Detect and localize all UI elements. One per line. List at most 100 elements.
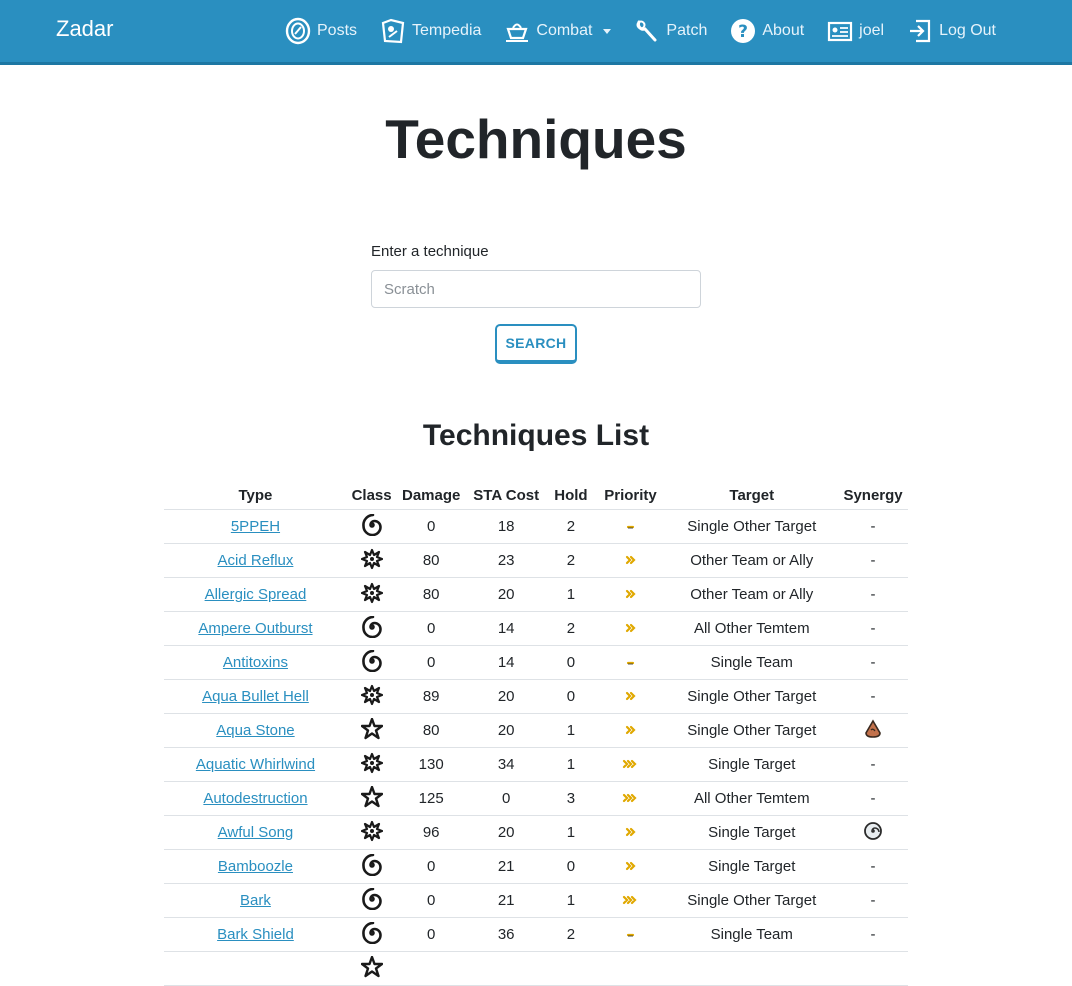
technique-link[interactable]: Autodestruction [203,790,307,807]
cell-hold: 2 [546,611,596,646]
header-class[interactable]: Class [346,483,397,510]
nav-combat[interactable]: Combat [503,17,612,45]
nav-log-out[interactable]: Log Out [906,17,996,45]
cell-target: Single Team [665,917,839,952]
cell-target: All Other Temtem [665,611,839,646]
status-class-icon [361,853,383,880]
cell-class [346,951,397,986]
nav-tempedia[interactable]: Tempedia [379,17,481,45]
priority-normal-icon [623,688,639,705]
status-class-icon [361,921,383,948]
cell-hold: 0 [546,645,596,680]
cell-synergy: - [838,509,908,544]
table-row: Ampere Outburst 0 14 2 All Other Temtem - [164,611,908,646]
cell-class [346,645,397,680]
nav-patch[interactable]: Patch [633,17,707,45]
cell-damage [396,951,467,986]
header-hold[interactable]: Hold [546,483,596,510]
header-damage[interactable]: Damage [396,483,467,510]
cell-sta-cost: 14 [466,645,547,680]
earth-synergy-icon [863,718,883,743]
priority-normal-icon [623,824,639,841]
cell-class [346,747,397,782]
cell-type: Acid Reflux [164,543,347,578]
priority-high-icon [622,790,640,807]
cell-sta-cost: 20 [466,713,547,748]
status-class-icon [361,615,383,642]
technique-link[interactable]: Bark Shield [217,926,294,943]
nav-joel[interactable]: joel [826,17,884,45]
search-label: Enter a technique [371,243,489,260]
technique-link[interactable]: Awful Song [218,824,294,841]
table-row: Allergic Spread 80 20 1 Other Team or Ally - [164,577,908,612]
brand-link[interactable]: Zadar [56,16,113,42]
wind-synergy-icon [863,821,883,845]
priority-normal-icon [623,586,639,603]
cell-damage: 125 [396,781,467,816]
nav-label: joel [859,22,885,39]
nav-about[interactable]: ? About [729,17,804,45]
technique-link[interactable]: Aqua Bullet Hell [202,688,309,705]
technique-link[interactable]: Aquatic Whirlwind [196,756,315,773]
technique-link[interactable]: Ampere Outburst [198,620,312,637]
search-button[interactable]: SEARCH [495,324,577,364]
table-row: Bamboozle 0 21 0 Single Target - [164,849,908,884]
cell-type: Allergic Spread [164,577,347,612]
cell-damage: 80 [396,713,467,748]
header-priority[interactable]: Priority [595,483,666,510]
search-input[interactable] [371,270,701,308]
cell-damage: 96 [396,815,467,850]
cell-type: Autodestruction [164,781,347,816]
techniques-table: Type Class Damage STA Cost Hold Priority… [164,483,908,986]
priority-normal-icon [623,620,639,637]
cell-type: Bark Shield [164,917,347,952]
cell-damage: 89 [396,679,467,714]
cell-priority [595,849,666,884]
technique-link[interactable]: Allergic Spread [205,586,307,603]
technique-link[interactable]: Acid Reflux [218,552,294,569]
technique-link[interactable]: Antitoxins [223,654,288,671]
cell-class [346,883,397,918]
technique-link[interactable]: Aqua Stone [216,722,294,739]
table-row: Autodestruction 125 0 3 All Other Temtem - [164,781,908,816]
header-type[interactable]: Type [164,483,347,510]
cell-priority [595,747,666,782]
cell-hold: 2 [546,543,596,578]
priority-normal-icon [623,858,639,875]
nav-label: Patch [666,22,708,39]
nav-posts[interactable]: Posts [284,17,357,45]
technique-link[interactable]: Bamboozle [218,858,293,875]
cell-target: Single Target [665,815,839,850]
cell-priority [595,611,666,646]
status-class-icon [361,887,383,914]
header-target[interactable]: Target [665,483,839,510]
cell-sta-cost: 23 [466,543,547,578]
cell-damage: 0 [396,917,467,952]
cell-type: Awful Song [164,815,347,850]
cell-class [346,713,397,748]
cell-target: Single Team [665,645,839,680]
cell-synergy: - [838,577,908,612]
nav-label: Tempedia [412,22,482,39]
cell-synergy: - [838,679,908,714]
cell-target: All Other Temtem [665,781,839,816]
cell-target [665,951,839,986]
cell-synergy: - [838,917,908,952]
status-class-icon [361,649,383,676]
technique-link[interactable]: 5PPEH [231,518,280,535]
cell-hold: 1 [546,883,596,918]
header-synergy[interactable]: Synergy [838,483,908,510]
status-class-icon [361,513,383,540]
cell-synergy: - [838,849,908,884]
cell-class [346,611,397,646]
cell-sta-cost: 21 [466,883,547,918]
cell-target: Other Team or Ally [665,577,839,612]
physical-class-icon [360,717,383,744]
svg-text:?: ? [738,22,748,42]
tempedia-icon [379,17,407,45]
technique-link[interactable]: Bark [240,892,271,909]
cell-priority [595,577,666,612]
header-sta-cost[interactable]: STA Cost [466,483,547,510]
cell-type: Bark [164,883,347,918]
cell-sta-cost [466,951,547,986]
